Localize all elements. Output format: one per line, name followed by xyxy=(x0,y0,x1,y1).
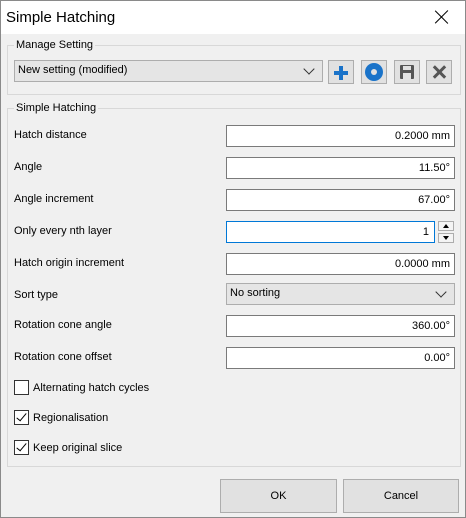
save-setting-button[interactable] xyxy=(394,60,420,84)
sort-type-select[interactable]: No sorting xyxy=(226,283,455,305)
rotation-cone-offset-label: Rotation cone offset xyxy=(14,351,112,363)
ok-button[interactable]: OK xyxy=(220,479,337,513)
regionalisation-label: Regionalisation xyxy=(33,412,109,424)
keep-original-slice-checkbox[interactable] xyxy=(14,440,29,455)
arrow-down-icon xyxy=(443,236,449,240)
alternating-hatch-cycles-checkbox[interactable] xyxy=(14,380,29,395)
hatch-origin-increment-input[interactable]: 0.0000 mm xyxy=(226,253,455,275)
angle-label: Angle xyxy=(14,161,43,173)
angle-increment-input[interactable]: 67.00° xyxy=(226,189,455,211)
delete-x-icon xyxy=(431,64,447,80)
checkmark-icon xyxy=(16,410,27,422)
title-bar: Simple Hatching xyxy=(1,1,465,34)
setting-select-value: New setting (modified) xyxy=(18,64,128,76)
sort-type-label: Sort type xyxy=(14,289,59,301)
window-title: Simple Hatching xyxy=(6,9,116,26)
nth-layer-spin-up[interactable] xyxy=(438,221,454,231)
hatch-origin-increment-label: Hatch origin increment xyxy=(14,257,125,269)
nth-layer-label: Only every nth layer xyxy=(14,225,112,237)
sort-type-value: No sorting xyxy=(230,287,281,299)
setting-select[interactable]: New setting (modified) xyxy=(14,60,323,82)
gear-icon xyxy=(367,65,381,79)
alternating-hatch-cycles-label: Alternating hatch cycles xyxy=(33,382,150,394)
hatch-distance-label: Hatch distance xyxy=(14,129,87,141)
add-setting-button[interactable] xyxy=(328,60,354,84)
arrow-up-icon xyxy=(443,224,449,228)
rotation-cone-angle-input[interactable]: 360.00° xyxy=(226,315,455,337)
chevron-down-icon xyxy=(303,63,315,75)
manage-setting-title: Manage Setting xyxy=(14,39,96,51)
floppy-disk-icon xyxy=(400,65,414,79)
rotation-cone-angle-label: Rotation cone angle xyxy=(14,319,112,331)
angle-increment-label: Angle increment xyxy=(14,193,94,205)
checkmark-icon xyxy=(16,440,27,452)
angle-input[interactable]: 11.50° xyxy=(226,157,455,179)
nth-layer-input[interactable]: 1 xyxy=(226,221,435,243)
nth-layer-spin-down[interactable] xyxy=(438,233,454,243)
close-icon[interactable] xyxy=(430,5,454,29)
regionalisation-checkbox[interactable] xyxy=(14,410,29,425)
delete-setting-button[interactable] xyxy=(426,60,452,84)
setting-options-button[interactable] xyxy=(361,60,387,84)
hatch-distance-input[interactable]: 0.2000 mm xyxy=(226,125,455,147)
rotation-cone-offset-input[interactable]: 0.00° xyxy=(226,347,455,369)
simple-hatching-title: Simple Hatching xyxy=(14,102,99,114)
cancel-button[interactable]: Cancel xyxy=(343,479,459,513)
chevron-down-icon xyxy=(435,286,447,298)
keep-original-slice-label: Keep original slice xyxy=(33,442,123,454)
dialog-window: Simple Hatching Manage Setting New setti… xyxy=(0,0,466,518)
